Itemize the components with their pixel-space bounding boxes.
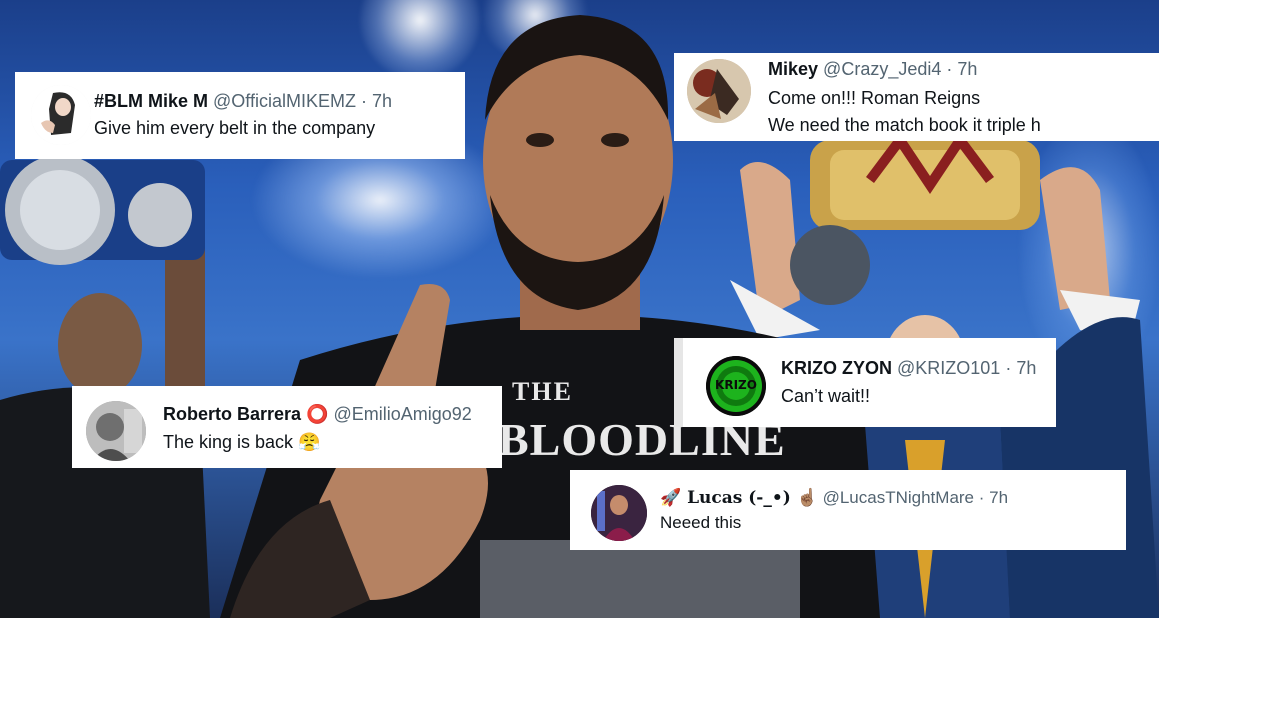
card-left-border bbox=[674, 338, 683, 427]
tweet-handle-time[interactable]: @Crazy_Jedi4 · 7h bbox=[823, 59, 977, 79]
tweet-text: Can’t wait!! bbox=[781, 386, 871, 406]
tweet-card[interactable]: #BLM Mike M @OfficialMIKEMZ · 7h Give hi… bbox=[15, 72, 465, 159]
krizo-logo-text: KRIZO bbox=[715, 378, 757, 392]
tweet-handle-time[interactable]: @OfficialMIKEMZ · 7h bbox=[213, 91, 392, 111]
tweet-author-name[interactable]: #BLM Mike M bbox=[94, 91, 208, 111]
svg-text:THE: THE bbox=[512, 377, 573, 406]
tweet-card[interactable]: Mikey @Crazy_Jedi4 · 7h Come on!!! Roman… bbox=[674, 53, 1159, 141]
tweet-text-line: We need the match book it triple h bbox=[768, 115, 1041, 135]
artwork-avatar-icon[interactable] bbox=[687, 59, 751, 123]
tweet-card[interactable]: Roberto Barrera ⭕ @EmilioAmigo92 The kin… bbox=[72, 386, 502, 468]
tweet-card[interactable]: 🚀 Lucas (-_•) ☝🏽 @LucasTNightMare · 7h N… bbox=[570, 470, 1126, 550]
tweet-author-name[interactable]: 🚀 Lucas (-_•) ☝🏽 bbox=[660, 488, 818, 508]
tweet-handle[interactable]: @EmilioAmigo92 bbox=[334, 404, 472, 424]
steam-face-emoji: 😤 bbox=[298, 432, 321, 452]
tweet-author-name[interactable]: Mikey bbox=[768, 59, 818, 79]
tweet-handle-time[interactable]: @LucasTNightMare · 7h bbox=[823, 488, 1008, 507]
tweet-author-name[interactable]: Roberto Barrera bbox=[163, 404, 301, 424]
tweet-text: Neeed this bbox=[660, 513, 742, 532]
tweet-text: Give him every belt in the company bbox=[94, 118, 376, 138]
tweet-text-line: Come on!!! Roman Reigns bbox=[768, 88, 981, 108]
tweet-author-name[interactable]: KRIZO ZYON bbox=[781, 358, 892, 378]
wrestler-avatar-icon[interactable] bbox=[591, 485, 647, 541]
red-circle-emoji: ⭕ bbox=[306, 404, 329, 424]
tweet-handle-time[interactable]: @KRIZO101 · 7h bbox=[897, 358, 1036, 378]
krizo-logo-avatar-icon[interactable]: KRIZO bbox=[706, 356, 766, 416]
tweet-text: The king is back bbox=[163, 432, 294, 452]
anime-character-avatar-icon[interactable] bbox=[31, 85, 91, 145]
portrait-avatar-icon[interactable] bbox=[86, 401, 146, 461]
tweet-card[interactable]: KRIZO KRIZO ZYON @KRIZO101 · 7h Can’t wa… bbox=[674, 338, 1056, 427]
